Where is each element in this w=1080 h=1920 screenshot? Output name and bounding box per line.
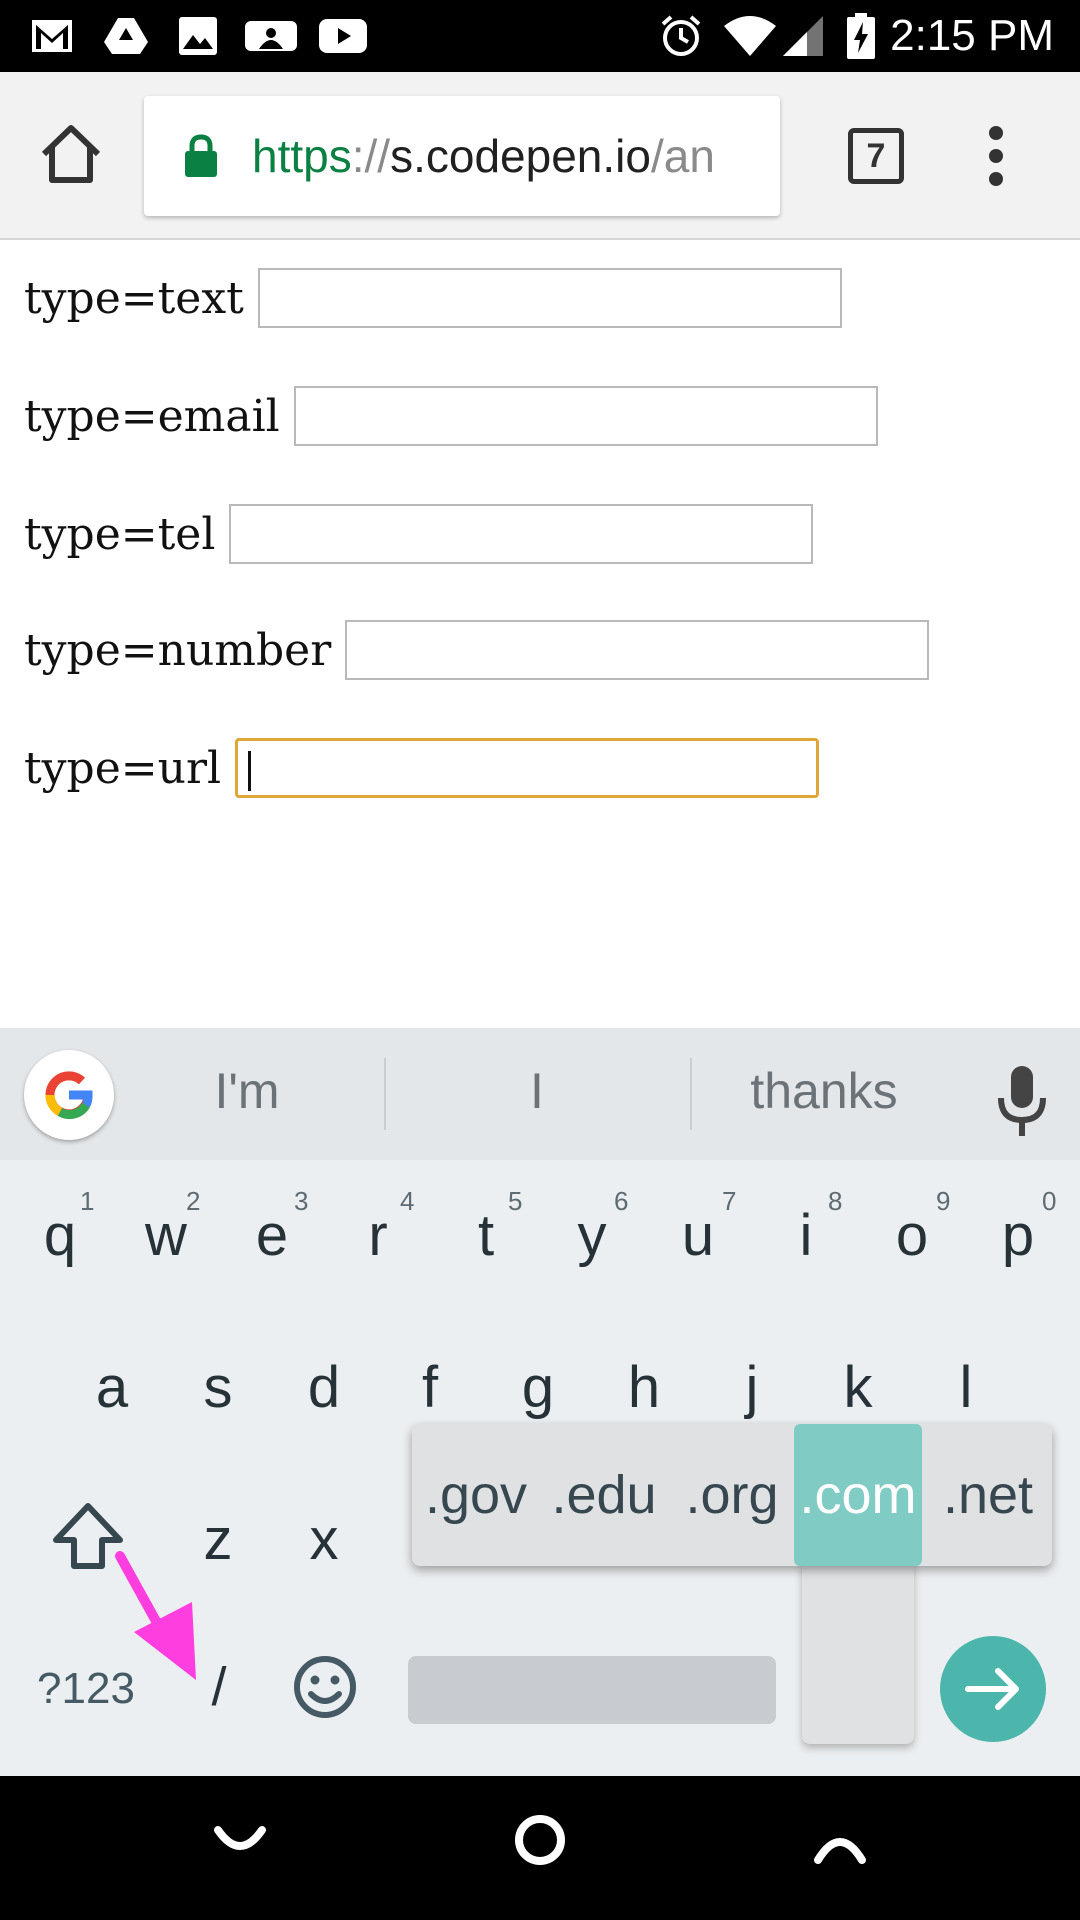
- key-s[interactable]: s: [164, 1354, 272, 1421]
- key-a[interactable]: a: [58, 1354, 166, 1421]
- suggestion-2[interactable]: I: [430, 1062, 644, 1120]
- key-h[interactable]: h: [590, 1354, 698, 1421]
- url-text[interactable]: https://s.codepen.io/an: [252, 126, 715, 186]
- home-button[interactable]: [38, 122, 104, 188]
- overflow-menu-icon[interactable]: [978, 126, 1014, 186]
- key-w[interactable]: w: [112, 1202, 220, 1269]
- status-bar: 2:15 PM: [0, 0, 1080, 72]
- number-input[interactable]: [345, 620, 930, 680]
- text-input[interactable]: [257, 268, 842, 328]
- key-k[interactable]: k: [804, 1354, 912, 1421]
- text-caret: [248, 751, 252, 791]
- microphone-icon[interactable]: [994, 1064, 1050, 1140]
- suggestion-1[interactable]: I'm: [140, 1062, 354, 1120]
- key-g[interactable]: g: [484, 1354, 592, 1421]
- google-g-icon: [45, 1071, 93, 1120]
- url-path: /an: [650, 130, 715, 182]
- key-hint: 2: [186, 1186, 201, 1216]
- key-hint: 1: [80, 1186, 95, 1216]
- back-icon[interactable]: [212, 1822, 268, 1878]
- key-r[interactable]: r: [324, 1202, 432, 1269]
- lock-icon: [184, 134, 218, 178]
- field-label: type=url: [24, 742, 222, 794]
- key-x[interactable]: x: [270, 1506, 378, 1573]
- form-row-tel: type=tel: [24, 502, 814, 566]
- suggestion-divider: [384, 1058, 386, 1130]
- domain-edu[interactable]: .edu: [540, 1424, 668, 1566]
- photos-icon: [178, 14, 218, 58]
- arrow-right-icon: [965, 1668, 1019, 1710]
- field-label: type=text: [24, 272, 244, 324]
- status-time: 2:15 PM: [890, 11, 1054, 60]
- gmail-icon: [30, 14, 74, 58]
- key-q[interactable]: q: [6, 1202, 114, 1269]
- space-key[interactable]: [408, 1656, 776, 1724]
- domain-org[interactable]: .org: [668, 1424, 796, 1566]
- suggestion-3[interactable]: thanks: [714, 1062, 934, 1120]
- form-row-number: type=number: [24, 618, 930, 682]
- key-hint: 3: [294, 1186, 309, 1216]
- url-host: s.codepen.io: [390, 130, 651, 182]
- key-hint: 6: [614, 1186, 629, 1216]
- drive-icon: [102, 14, 150, 58]
- field-label: type=number: [24, 624, 332, 676]
- home-circle-icon[interactable]: [512, 1812, 568, 1868]
- url-bar[interactable]: https://s.codepen.io/an: [144, 96, 780, 216]
- mlb-icon: [244, 14, 298, 58]
- key-hint: 0: [1042, 1186, 1057, 1216]
- battery-charging-icon: [846, 13, 876, 59]
- emoji-key[interactable]: [272, 1654, 378, 1734]
- url-fade: [710, 96, 780, 216]
- domain-gov[interactable]: .gov: [412, 1424, 540, 1566]
- alarm-icon: [658, 14, 704, 58]
- annotation-arrow-icon: [115, 1551, 196, 1680]
- tab-switcher-button[interactable]: 7: [848, 128, 904, 184]
- field-label: type=email: [24, 390, 280, 442]
- signal-icon: [780, 14, 826, 58]
- form-row-text: type=text: [24, 266, 842, 330]
- youtube-icon: [318, 14, 368, 58]
- tel-input[interactable]: [229, 504, 814, 564]
- key-j[interactable]: j: [698, 1354, 806, 1421]
- recents-icon[interactable]: [812, 1822, 868, 1878]
- key-t[interactable]: t: [432, 1202, 540, 1269]
- key-hint: 5: [508, 1186, 523, 1216]
- key-y[interactable]: y: [538, 1202, 646, 1269]
- field-label: type=tel: [24, 508, 216, 560]
- key-hint: 8: [828, 1186, 843, 1216]
- url-input[interactable]: [235, 738, 820, 798]
- key-hint: 4: [400, 1186, 415, 1216]
- browser-toolbar: https://s.codepen.io/an 7: [0, 72, 1080, 240]
- form-row-url: type=url: [24, 736, 820, 800]
- email-input[interactable]: [293, 386, 878, 446]
- home-icon: [41, 125, 101, 183]
- key-hint: 9: [936, 1186, 951, 1216]
- key-l[interactable]: l: [912, 1354, 1020, 1421]
- google-button[interactable]: [24, 1050, 114, 1140]
- key-d[interactable]: d: [270, 1354, 378, 1421]
- key-i[interactable]: i: [752, 1202, 860, 1269]
- domain-popup-stem: [802, 1560, 914, 1744]
- url-separator: ://: [351, 130, 391, 182]
- url-scheme: https: [252, 130, 352, 182]
- navigation-bar: [0, 1776, 1080, 1920]
- suggestion-strip: I'm I thanks: [0, 1028, 1080, 1160]
- domain-com[interactable]: .com: [794, 1424, 922, 1566]
- form-row-email: type=email: [24, 384, 878, 448]
- suggestion-divider: [690, 1058, 692, 1130]
- go-key[interactable]: [940, 1636, 1046, 1742]
- domain-popup: .gov .edu .org .com .net: [412, 1424, 1052, 1566]
- domain-net[interactable]: .net: [924, 1424, 1052, 1566]
- wifi-icon: [722, 14, 778, 58]
- key-e[interactable]: e: [218, 1202, 326, 1269]
- key-hint: 7: [722, 1186, 737, 1216]
- key-f[interactable]: f: [376, 1354, 484, 1421]
- emoji-icon: [294, 1656, 356, 1718]
